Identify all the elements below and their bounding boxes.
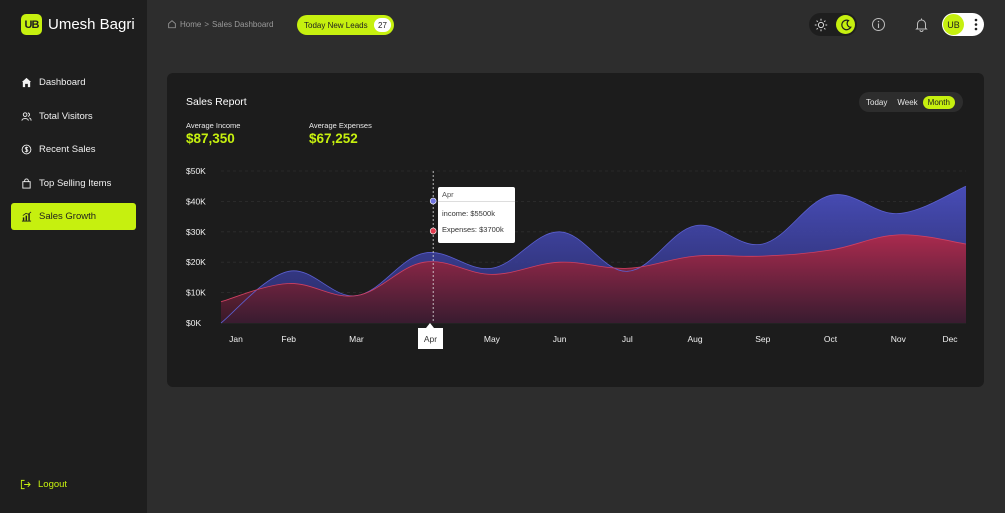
- x-tick-label: Aug: [688, 334, 703, 344]
- x-tick-label: Dec: [942, 334, 958, 344]
- x-tick-label: Jul: [622, 334, 633, 344]
- tooltip-expenses: Expenses: $3700k: [442, 225, 504, 234]
- x-tick-label: Mar: [349, 334, 364, 344]
- x-tick-label: May: [484, 334, 501, 344]
- y-tick-label: $30K: [186, 227, 206, 237]
- y-tick-label: $10K: [186, 288, 206, 298]
- app: UB Umesh Bagri Dashboard Total Visitors …: [0, 0, 1005, 513]
- income-hover-point: [429, 197, 437, 205]
- y-tick-label: $50K: [186, 166, 206, 176]
- y-tick-label: $20K: [186, 257, 206, 267]
- tooltip-month: Apr: [438, 187, 515, 202]
- x-tick-label: Oct: [824, 334, 838, 344]
- sales-area-chart[interactable]: $0K $10K $20K $30K $40K $50K Jan Feb Mar May Jun J…: [0, 0, 1005, 513]
- expenses-area: [221, 234, 966, 323]
- x-tick-label: Feb: [281, 334, 296, 344]
- y-tick-label: $0K: [186, 318, 201, 328]
- x-tick-label: Jun: [553, 334, 567, 344]
- x-tick-label: Nov: [891, 334, 907, 344]
- y-tick-label: $40K: [186, 196, 206, 206]
- x-tick-label: Jan: [229, 334, 243, 344]
- chart-tooltip: Apr income: $5500k Expenses: $3700k: [438, 187, 515, 243]
- active-x-label: Apr: [418, 323, 443, 349]
- expenses-hover-point: [429, 227, 437, 235]
- x-tick-label: Sep: [755, 334, 770, 344]
- tooltip-income: income: $5500k: [442, 209, 495, 218]
